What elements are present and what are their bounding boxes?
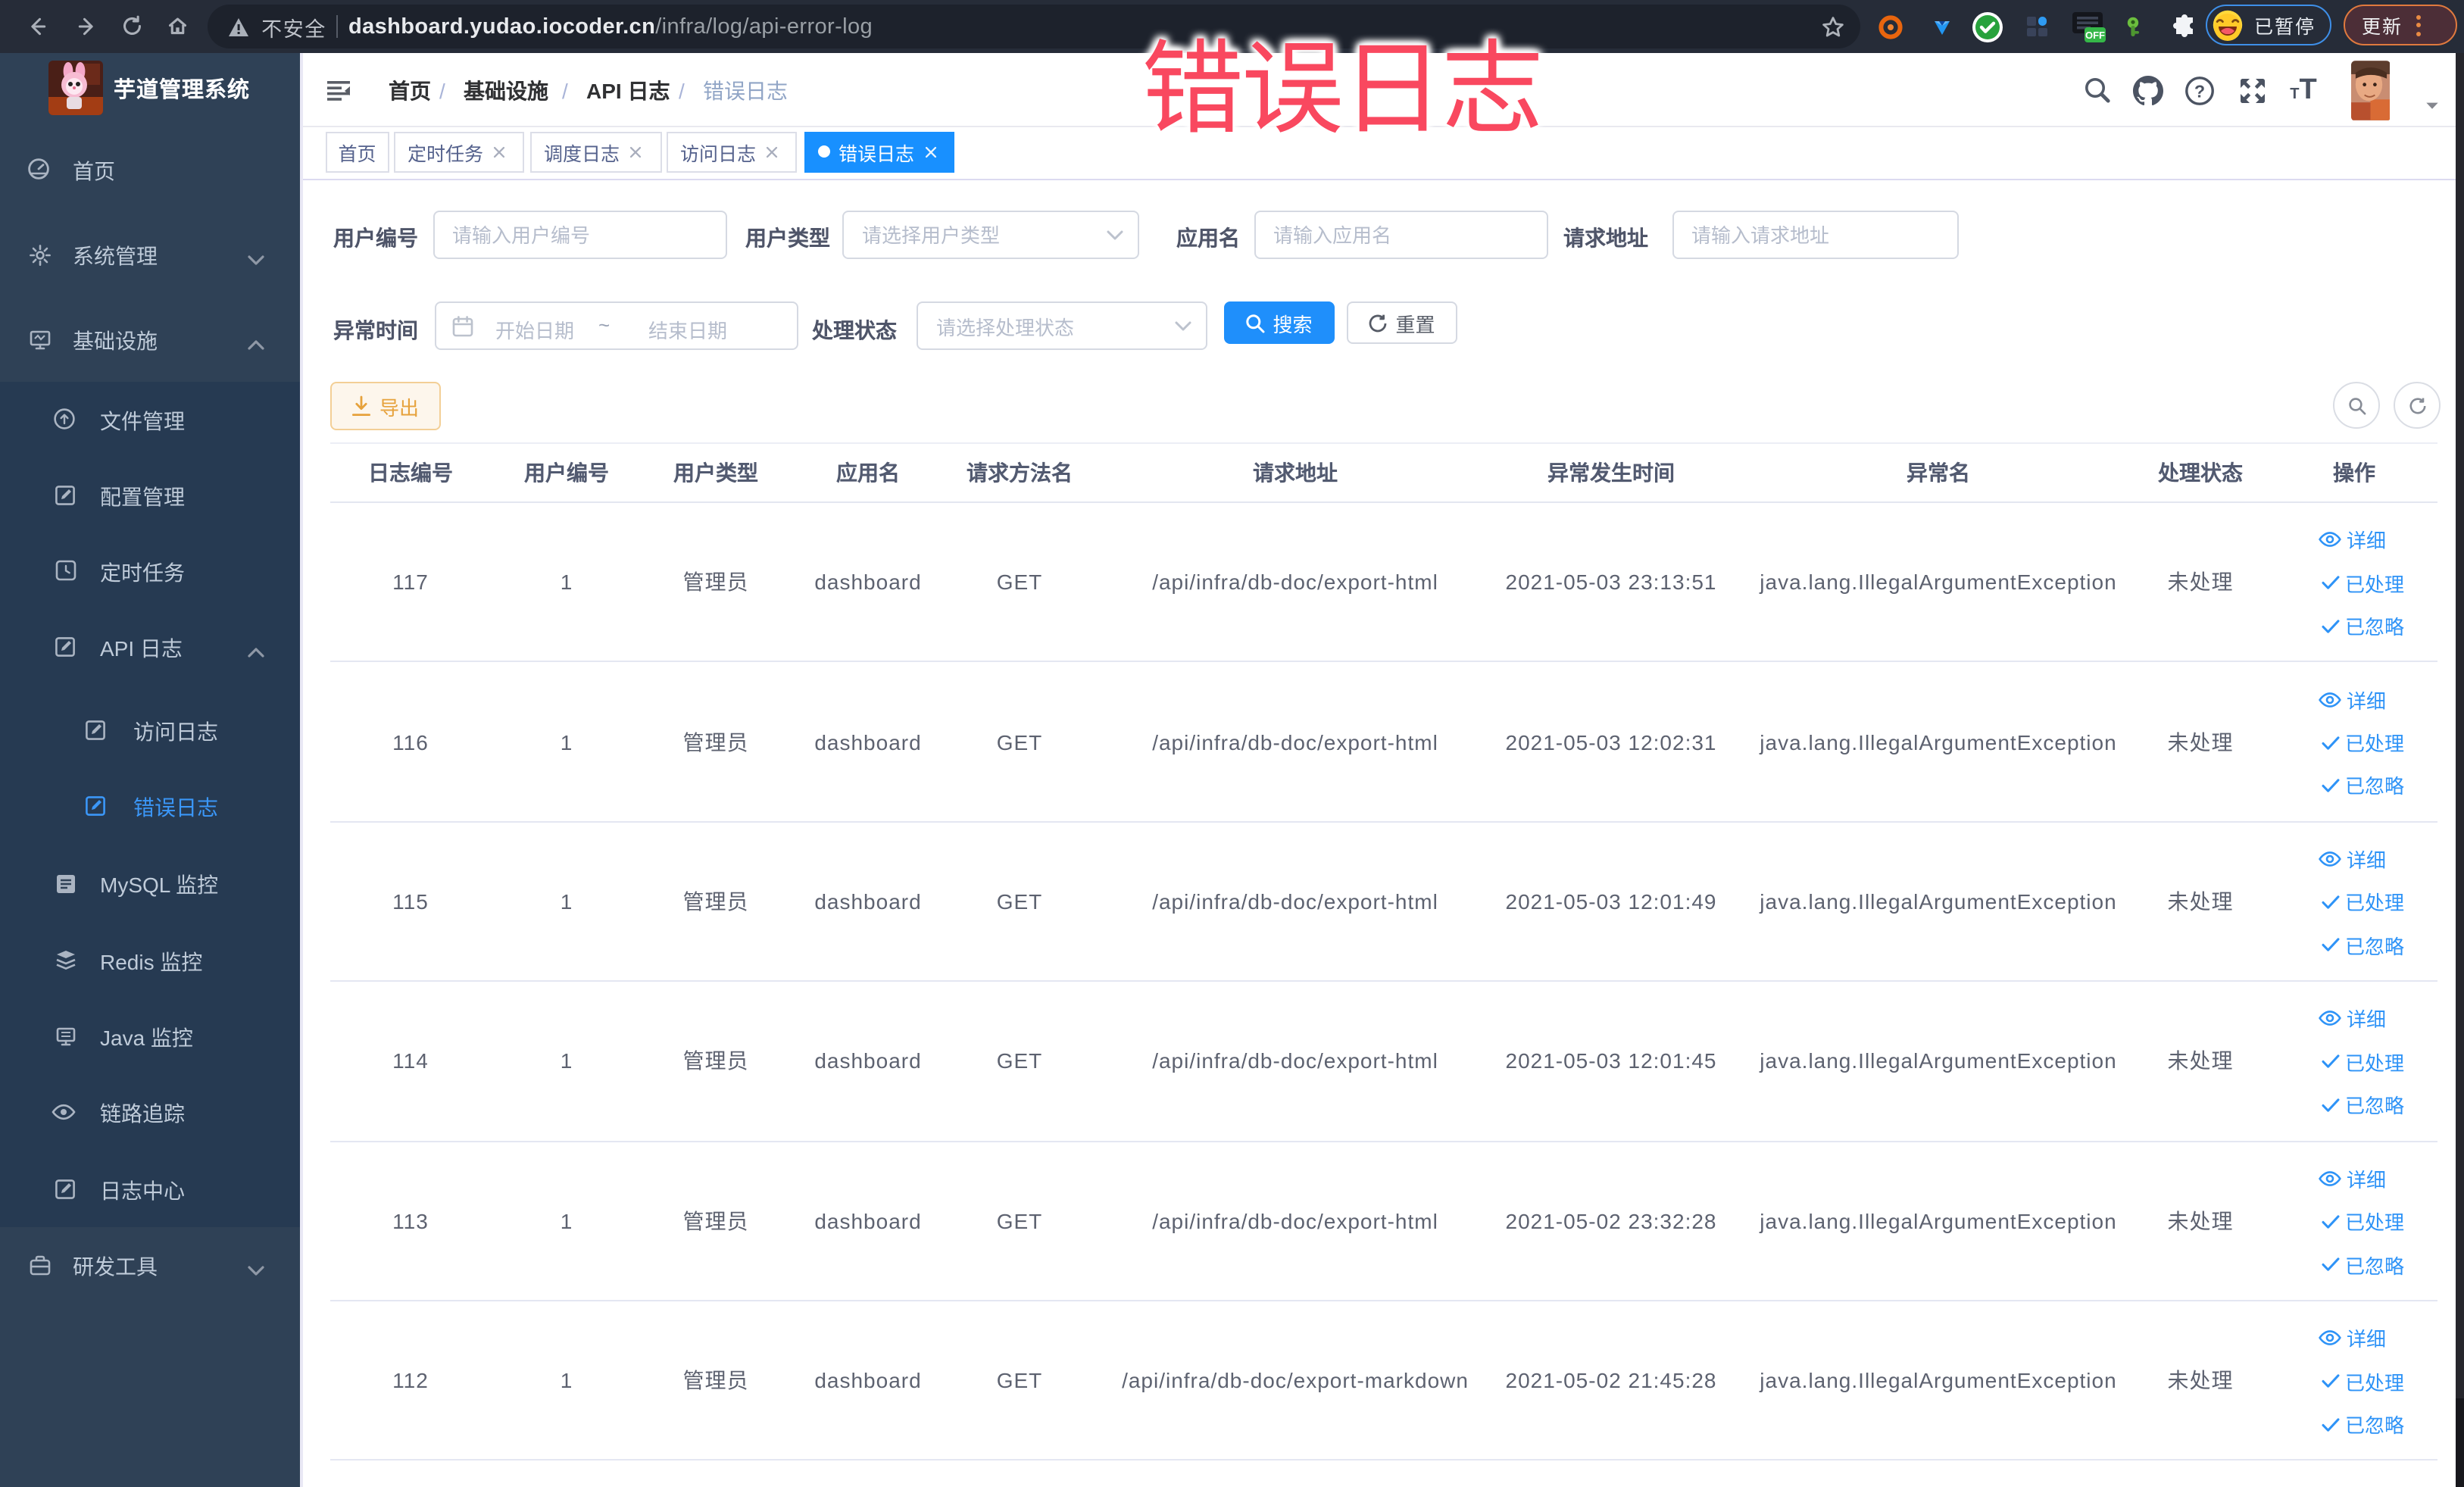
svg-text:OFF: OFF — [2085, 29, 2104, 40]
svg-text:?: ? — [2194, 80, 2204, 100]
